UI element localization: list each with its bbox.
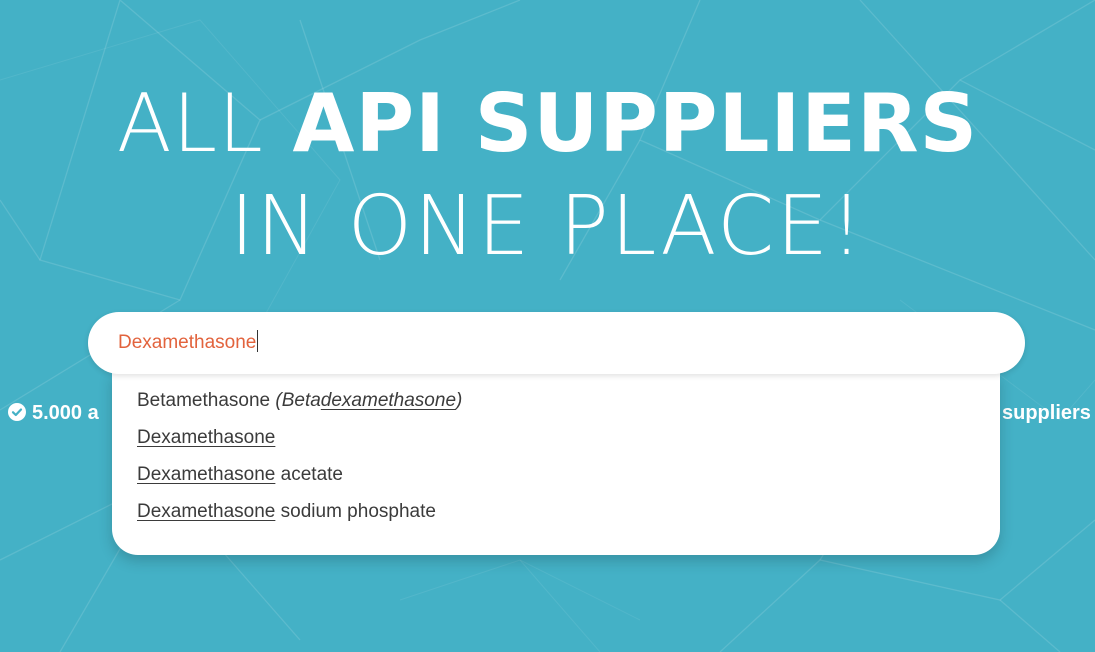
hero-title-line-2: IN ONE PLACE! bbox=[230, 179, 865, 274]
stat-right-text: suppliers bbox=[1002, 402, 1091, 424]
search-input[interactable]: Dexamethasone bbox=[118, 327, 978, 359]
suggestion-item-dexamethasone-sodium-phosphate[interactable]: Dexamethasone sodium phosphate bbox=[137, 497, 937, 527]
search-box[interactable]: Dexamethasone bbox=[88, 312, 1025, 374]
stat-left-text: 5.000 a bbox=[32, 402, 99, 424]
suggestion-match: Dexamethasone bbox=[137, 464, 276, 485]
suggestion-match: Dexamethasone bbox=[137, 427, 276, 448]
suggestion-item-betamethasone[interactable]: Betamethasone (Betadexamethasone) bbox=[137, 386, 937, 416]
text-caret bbox=[257, 330, 259, 352]
suggestion-item-dexamethasone-acetate[interactable]: Dexamethasone acetate bbox=[137, 460, 937, 490]
suggestion-alias-suffix: ) bbox=[456, 390, 463, 411]
suggestion-alias-match: dexamethasone bbox=[320, 390, 457, 411]
suggestion-suffix: acetate bbox=[280, 464, 343, 485]
hero-title-line-1: ALL API SUPPLIERS bbox=[0, 78, 1095, 170]
suggestion-item-dexamethasone[interactable]: Dexamethasone bbox=[137, 423, 937, 453]
search-input-value: Dexamethasone bbox=[118, 332, 257, 353]
suggestion-alias: (Betadexamethasone) bbox=[275, 390, 462, 411]
suggestion-match: Dexamethasone bbox=[137, 501, 276, 522]
autocomplete-dropdown: Betamethasone (Betadexamethasone) Dexame… bbox=[112, 372, 1000, 555]
check-circle-icon bbox=[8, 403, 26, 421]
stat-left: 5.000 a bbox=[8, 401, 99, 425]
suggestion-text: Betamethasone bbox=[137, 390, 271, 411]
stat-right: suppliers bbox=[1002, 401, 1091, 425]
hero-title-api-suppliers: API SUPPLIERS bbox=[292, 77, 979, 170]
suggestion-alias-prefix: (Beta bbox=[275, 390, 321, 411]
hero-title-all: ALL bbox=[116, 77, 264, 170]
suggestion-suffix: sodium phosphate bbox=[280, 501, 436, 522]
